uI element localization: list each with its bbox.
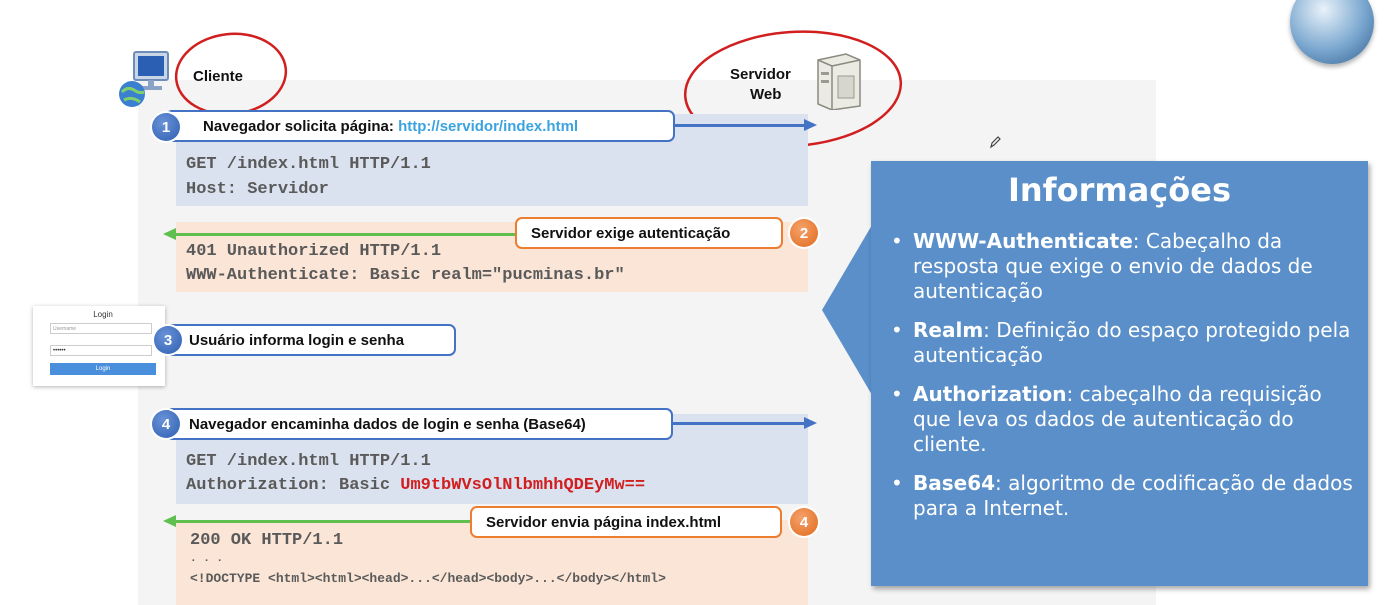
request1-method: GET [186, 155, 217, 174]
step5-text: Servidor envia página index.html [486, 513, 722, 531]
step4-text: Navegador encaminha dados de login e sen… [189, 415, 586, 433]
response2-line1: 200 OK HTTP/1.1 [190, 531, 344, 550]
step2-text: Servidor exige autenticação [531, 224, 731, 242]
response1-line2: WWW-Authenticate: Basic realm="pucminas.… [186, 266, 625, 285]
response2-ellipsis: . . . [190, 553, 224, 565]
info-term: Realm [913, 318, 984, 342]
info-item-base64: Base64: algoritmo de codificação de dado… [891, 471, 1361, 521]
info-term: Base64 [913, 471, 996, 495]
request2-line1: GET /index.html HTTP/1.1 [186, 452, 431, 471]
response2-line3: <!DOCTYPE <html><html><head>...</head><b… [190, 571, 666, 586]
step5-number: 4 [790, 508, 818, 536]
base64-token: Um9tbWVsOlNlbmhhQDEyMw== [400, 476, 646, 495]
info-list: WWW-Authenticate: Cabeçalho da resposta … [891, 229, 1361, 535]
step2-box: Servidor exige autenticação [515, 217, 783, 249]
login-form-thumbnail: Login Username •••••• Login [33, 306, 165, 386]
step3-number: 3 [154, 326, 182, 354]
step1-url: http://servidor/index.html [398, 117, 579, 135]
step2-arrow [174, 233, 518, 236]
response1-line1: 401 Unauthorized HTTP/1.1 [186, 242, 442, 261]
step1-text: Navegador solicita página: [203, 117, 399, 135]
request1-line1-rest: /index.html HTTP/1.1 [216, 155, 431, 174]
info-item-authorization: Authorization: cabeçalho da requisição q… [891, 382, 1361, 457]
info-item-www-authenticate: WWW-Authenticate: Cabeçalho da resposta … [891, 229, 1361, 304]
step3-box: Usuário informa login e senha [165, 324, 456, 356]
login-title: Login [93, 310, 113, 319]
info-panel-pointer [822, 225, 872, 395]
info-term: WWW-Authenticate [913, 229, 1133, 253]
info-item-realm: Realm: Definição do espaço protegido pel… [891, 318, 1361, 368]
step1-arrowhead [804, 119, 817, 131]
request1-line2: Host: Servidor [186, 180, 329, 199]
info-term: Authorization [913, 382, 1067, 406]
step4-arrowhead [804, 417, 817, 429]
request2-line2: Authorization: Basic Um9tbWVsOlNlbmhhQDE… [186, 476, 645, 495]
step1-box: Navegador solicita página: http://servid… [165, 110, 675, 142]
step5-box: Servidor envia página index.html [470, 506, 782, 538]
pencil-icon [990, 136, 1001, 149]
step4-arrow [672, 422, 806, 425]
step1-number: 1 [152, 113, 180, 141]
info-title: Informações [1007, 171, 1231, 209]
info-panel: Informações WWW-Authenticate: Cabeçalho … [871, 161, 1368, 586]
step4-box: Navegador encaminha dados de login e sen… [165, 408, 673, 440]
step4-number: 4 [152, 410, 180, 438]
step2-number: 2 [790, 219, 818, 247]
username-input[interactable]: Username [50, 323, 152, 334]
step5-arrow [174, 520, 474, 523]
login-button[interactable]: Login [50, 363, 156, 375]
password-input[interactable]: •••••• [50, 345, 152, 356]
request2-line2-prefix: Authorization: Basic [186, 476, 401, 495]
request1-line1: GET /index.html HTTP/1.1 [186, 155, 431, 174]
step3-text: Usuário informa login e senha [189, 331, 405, 349]
